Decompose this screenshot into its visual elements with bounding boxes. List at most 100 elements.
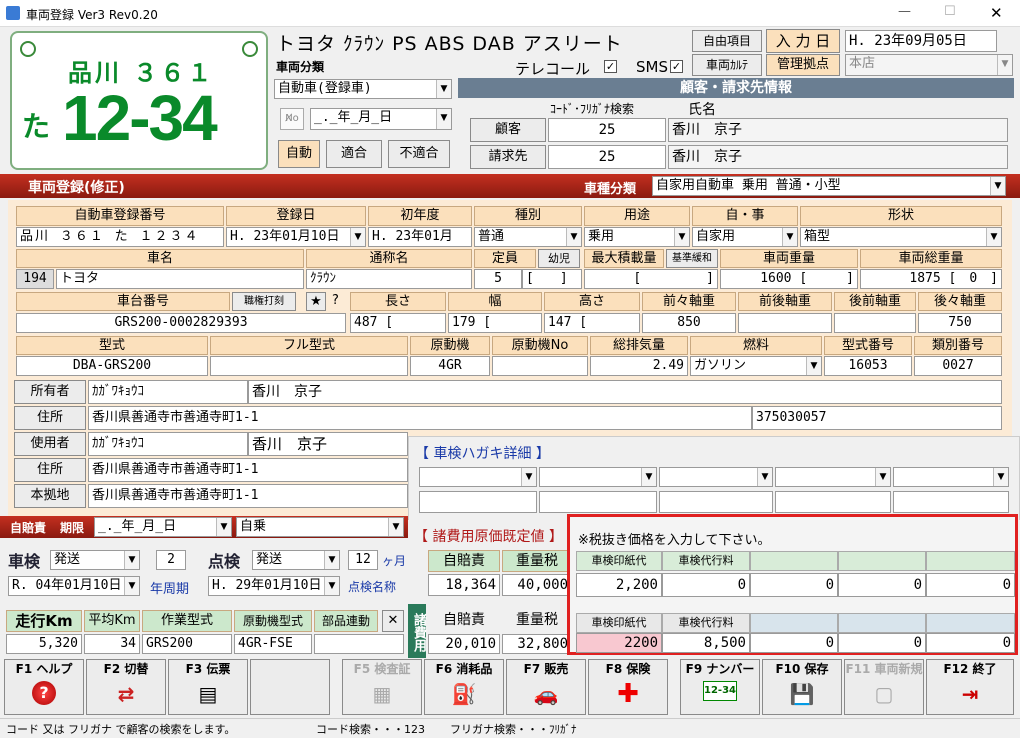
class-no-field[interactable]: 0027 — [914, 356, 1002, 376]
billing-code-field[interactable]: 25 — [548, 145, 666, 169]
help-question[interactable]: ? — [332, 293, 339, 308]
auto-button[interactable]: 自動 — [278, 140, 320, 168]
displacement-field[interactable]: 2.49 — [590, 356, 688, 376]
shaken-type-select[interactable]: 発送 ▼ — [50, 550, 140, 570]
f3-slip-button[interactable]: F3 伝票 ▤ — [168, 659, 248, 715]
engine-field[interactable]: 4GR — [410, 356, 490, 376]
user-name-field[interactable]: 香川 京子 — [248, 432, 408, 456]
engine-no-field[interactable] — [492, 356, 588, 376]
use-select[interactable]: 乗用 ▼ — [584, 227, 690, 247]
jibaiseki-date-field[interactable]: _._年_月_日 ▼ — [94, 517, 232, 537]
billing-name-field[interactable]: 香川 京子 — [668, 145, 1008, 169]
hagaki-select-4[interactable]: ▼ — [775, 467, 891, 487]
stamp-button[interactable]: 職権打刻 — [232, 292, 296, 311]
customer-code-field[interactable]: 25 — [548, 118, 666, 142]
owner-address-field[interactable]: 香川県善通寺市善通寺町1-1 — [88, 406, 752, 430]
fuel-select[interactable]: ガソリン ▼ — [690, 356, 822, 376]
max-load-field[interactable]: [ ] — [584, 269, 718, 289]
vehicle-class-select[interactable]: 自動車(登録車) ▼ — [274, 79, 452, 99]
sms-checkbox[interactable]: ✓ — [670, 60, 683, 73]
f1-help-button[interactable]: F1 ヘルプ? — [4, 659, 84, 715]
maker-field[interactable]: トヨタ — [56, 269, 304, 289]
youji-button[interactable]: 幼児 — [538, 249, 580, 268]
hagaki-field-4[interactable] — [775, 491, 891, 513]
f5-certificate-button[interactable]: F5 検査証 ▦ — [342, 659, 422, 715]
mileage-field[interactable]: 5,320 — [6, 634, 82, 654]
std-relax-button[interactable]: 基準緩和 — [666, 249, 718, 268]
hagaki-select-2[interactable]: ▼ — [539, 467, 657, 487]
hagaki-select-5[interactable]: ▼ — [893, 467, 1009, 487]
grid-r1-c3[interactable]: 0 — [750, 573, 838, 597]
hagaki-select-1[interactable]: ▼ — [419, 467, 537, 487]
user-kana-field[interactable]: ｶｶﾞﾜｷｮｳｺ — [88, 432, 248, 456]
f2-switch-button[interactable]: F2 切替 ⇄ — [86, 659, 166, 715]
free-item-button[interactable]: 自由項目 — [692, 30, 762, 52]
f10-save-button[interactable]: F10 保存 💾 — [762, 659, 842, 715]
f11-new-vehicle-button[interactable]: F11 車両新規 ▢ — [844, 659, 924, 715]
base-location-field[interactable]: 香川県善通寺市善通寺町1-1 — [88, 484, 408, 508]
user-address-button[interactable]: 住所 — [14, 458, 86, 482]
vehicle-type-select[interactable]: 自家用自動車 乗用 普通・小型 ▼ — [652, 176, 1006, 196]
tenken-date-field[interactable]: H. 29年01月10日 ▼ — [208, 576, 340, 596]
tenken-type-select[interactable]: 発送 ▼ — [252, 550, 340, 570]
avg-km-field[interactable]: 34 — [84, 634, 140, 654]
rf-axle-field[interactable] — [834, 313, 916, 333]
grid-r1-agent[interactable]: 0 — [662, 573, 750, 597]
owner-name-field[interactable]: 香川 京子 — [248, 380, 1002, 404]
grid-r1-c5[interactable]: 0 — [926, 573, 1015, 597]
mgmt-base-select[interactable]: 本店 ▼ — [845, 54, 1013, 76]
jiji-select[interactable]: 自家用 ▼ — [692, 227, 798, 247]
close-button[interactable]: ✕ — [990, 4, 1003, 22]
grid-r2-stamp[interactable]: 2200 — [576, 633, 662, 653]
f9-number-button[interactable]: F9 ナンバー 12-34 — [680, 659, 760, 715]
work-model-field[interactable]: GRS200 — [142, 634, 232, 654]
reg-no-field[interactable]: 品川 ３６１ た １２３４ — [16, 227, 224, 247]
height-field[interactable]: 147 [ — [544, 313, 640, 333]
reg-date-field[interactable]: H. 23年01月10日 ▼ — [226, 227, 366, 247]
base-location-button[interactable]: 本拠地 — [14, 484, 86, 508]
hagaki-select-3[interactable]: ▼ — [659, 467, 773, 487]
full-model-field[interactable] — [210, 356, 408, 376]
user-address-field[interactable]: 香川県善通寺市善通寺町1-1 — [88, 458, 408, 482]
f4-blank-button[interactable] — [250, 659, 330, 715]
conform-button[interactable]: 適合 — [326, 140, 382, 168]
maker-code-field[interactable]: 194 — [16, 269, 54, 289]
ff-axle-field[interactable]: 850 — [642, 313, 736, 333]
grid-r1-c4[interactable]: 0 — [838, 573, 926, 597]
hagaki-field-5[interactable] — [893, 491, 1009, 513]
telecall-checkbox[interactable]: ✓ — [604, 60, 617, 73]
grid-r1-stamp[interactable]: 2,200 — [576, 573, 662, 597]
rr-axle-field[interactable]: 750 — [918, 313, 1002, 333]
f7-sales-button[interactable]: F7 販売 🚗 — [506, 659, 586, 715]
owner-zip-field[interactable]: 375030057 — [752, 406, 1002, 430]
f12-exit-button[interactable]: F12 終了 ⇥ — [926, 659, 1014, 715]
star-button[interactable]: ★ — [306, 292, 326, 311]
hagaki-field-3[interactable] — [659, 491, 773, 513]
hagaki-field-1[interactable] — [419, 491, 537, 513]
no-date-field[interactable]: _._年_月_日 ▼ — [310, 108, 452, 130]
width-field[interactable]: 179 [ — [448, 313, 542, 333]
f6-consumables-button[interactable]: F6 消耗品 ⛽ — [424, 659, 504, 715]
cost-r2-weight[interactable]: 32,800 — [502, 634, 572, 654]
vehicle-karte-button[interactable]: 車両ｶﾙﾃ — [692, 54, 762, 76]
kind-select[interactable]: 普通 ▼ — [474, 227, 582, 247]
user-button[interactable]: 使用者 — [14, 432, 86, 456]
model-field[interactable]: DBA-GRS200 — [16, 356, 208, 376]
cost-r2-jibai[interactable]: 20,010 — [428, 634, 500, 654]
grid-r2-agent[interactable]: 8,500 — [662, 633, 750, 653]
model-no-field[interactable]: 16053 — [824, 356, 912, 376]
f8-insurance-button[interactable]: F8 保険 ✚ — [588, 659, 668, 715]
owner-button[interactable]: 所有者 — [14, 380, 86, 404]
hagaki-field-2[interactable] — [539, 491, 657, 513]
input-date-field[interactable]: H. 23年09月05日 — [845, 30, 997, 52]
capacity-sub-field[interactable]: [ ] — [522, 269, 582, 289]
minimize-button[interactable]: — — [898, 4, 911, 19]
owner-address-button[interactable]: 住所 — [14, 406, 86, 430]
owner-kana-field[interactable]: ｶｶﾞﾜｷｮｳｺ — [88, 380, 248, 404]
engine-model-field[interactable]: 4GR-FSE — [234, 634, 312, 654]
cost-r1-jibai[interactable]: 18,364 — [428, 574, 500, 596]
common-name-field[interactable]: ｸﾗｳﾝ — [306, 269, 472, 289]
parts-link-field[interactable] — [314, 634, 404, 654]
nonconform-button[interactable]: 不適合 — [388, 140, 450, 168]
shape-select[interactable]: 箱型 ▼ — [800, 227, 1002, 247]
